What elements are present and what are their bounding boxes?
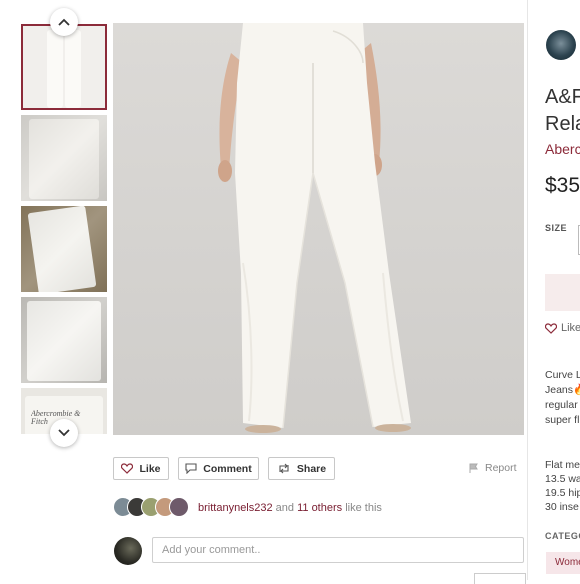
listing-title-line-1: A&F xyxy=(545,86,580,108)
like-button[interactable]: Like xyxy=(113,457,169,480)
report-button[interactable]: Report xyxy=(469,462,517,474)
description-line: super fl xyxy=(545,414,580,426)
chevron-down-icon xyxy=(58,429,70,437)
chevron-up-icon xyxy=(58,18,70,26)
current-user-avatar xyxy=(114,537,142,565)
measurement-line: Flat me xyxy=(545,459,580,471)
category-chip[interactable]: Wome xyxy=(546,552,580,574)
flag-icon xyxy=(469,463,478,473)
listing-title-line-2: Rela xyxy=(545,113,580,135)
avatar[interactable] xyxy=(169,497,189,517)
listing-like-label: Like xyxy=(561,322,580,334)
thumbnail-4[interactable] xyxy=(21,297,107,383)
listing-title: A&F Rela xyxy=(545,84,580,138)
jeans-photo-illustration xyxy=(218,23,411,433)
likes-others-link[interactable]: 11 others xyxy=(297,502,342,514)
comment-placeholder: Add your comment.. xyxy=(162,544,261,556)
heart-icon xyxy=(121,463,134,474)
report-label: Report xyxy=(485,462,517,474)
comment-label: Comment xyxy=(203,462,252,475)
description-line: Curve L xyxy=(545,369,580,381)
measurement-line: 30 inse xyxy=(545,501,579,513)
liker-username-link[interactable]: brittanynels232 xyxy=(198,502,273,514)
gallery-prev-button[interactable] xyxy=(50,8,78,36)
buy-button[interactable] xyxy=(545,274,580,311)
share-button[interactable]: Share xyxy=(268,457,335,480)
brand-link[interactable]: Aberc xyxy=(545,141,580,157)
seller-avatar[interactable] xyxy=(546,30,576,60)
comment-button[interactable]: Comment xyxy=(178,457,259,480)
thumbnail-3[interactable] xyxy=(21,206,107,292)
share-label: Share xyxy=(296,462,327,475)
likes-summary: brittanynels232 and 11 others like this xyxy=(198,502,382,514)
share-icon xyxy=(279,463,289,474)
thumbnail-2[interactable] xyxy=(21,115,107,201)
post-comment-button[interactable] xyxy=(474,573,526,584)
measurements: Flat me 13.5 wa 19.5 hip 30 inse xyxy=(545,458,580,514)
like-label: Like xyxy=(139,462,161,475)
comment-icon xyxy=(185,463,197,474)
fire-emoji-icon: 🔥 xyxy=(573,384,580,396)
gallery-next-button[interactable] xyxy=(50,419,78,447)
likes-suffix: like this xyxy=(345,502,382,514)
comment-input[interactable]: Add your comment.. xyxy=(152,537,524,563)
likes-and: and xyxy=(275,502,295,514)
liker-avatars[interactable] xyxy=(113,497,189,517)
column-divider xyxy=(527,0,528,580)
heart-icon xyxy=(545,322,557,334)
measurement-line: 19.5 hip xyxy=(545,487,580,499)
main-product-photo[interactable] xyxy=(113,23,524,435)
size-label: SIZE xyxy=(545,223,568,233)
category-label: CATEGO xyxy=(545,531,580,541)
listing-like-button[interactable]: Like xyxy=(545,322,580,334)
description-line: Jeans🔥 xyxy=(545,383,580,398)
description-line: regular xyxy=(545,399,578,411)
measurement-line: 13.5 wa xyxy=(545,473,580,485)
listing-price: $35 xyxy=(545,174,580,197)
thumbnail-strip: Abercrombie & Fitch xyxy=(20,24,108,434)
thumbnail-1[interactable] xyxy=(21,24,107,110)
listing-description: Curve L Jeans🔥 regular super fl xyxy=(545,368,580,428)
